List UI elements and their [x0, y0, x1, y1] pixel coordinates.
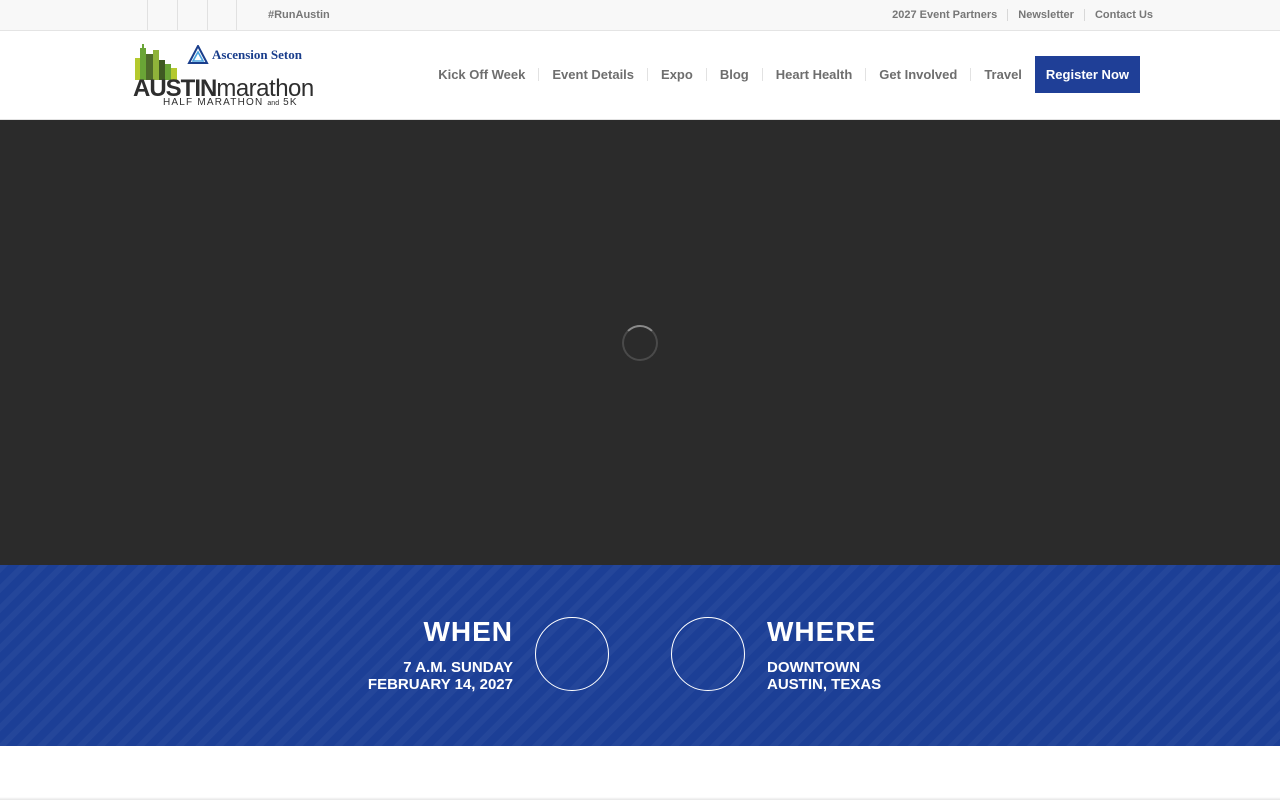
event-partners-link[interactable]: 2027 Event Partners [882, 9, 1007, 21]
social-links [147, 0, 237, 30]
logo-tagline-and: and [267, 100, 280, 107]
ascension-icon [187, 45, 209, 64]
loading-spinner-icon [622, 325, 658, 361]
nav-kick-off-week[interactable]: Kick Off Week [425, 68, 538, 81]
nav-travel[interactable]: Travel [970, 68, 1035, 81]
social-icon[interactable] [207, 0, 237, 30]
where-area: DOWNTOWN [767, 659, 861, 676]
sponsor-logo: Ascension Seton [187, 44, 302, 66]
when-block: WHEN 7 A.M. SUNDAY FEBRUARY 14, 2027 [368, 616, 513, 693]
nav-blog[interactable]: Blog [705, 68, 762, 81]
when-time: 7 A.M. SUNDAY [403, 659, 513, 676]
hashtag-text: #RunAustin [268, 9, 330, 21]
social-icon[interactable] [177, 0, 207, 30]
site-logo[interactable]: Ascension Seton AUSTINmarathon HALF MARA… [133, 44, 315, 108]
social-icon[interactable] [147, 0, 177, 30]
where-title: WHERE [767, 616, 877, 647]
when-date: FEBRUARY 14, 2027 [367, 676, 513, 693]
hero-slider [0, 120, 1280, 565]
nav-get-involved[interactable]: Get Involved [865, 68, 970, 81]
register-now-button[interactable]: Register Now [1034, 56, 1140, 93]
when-title: WHEN [423, 616, 513, 647]
sponsor-name: Ascension Seton [212, 47, 302, 62]
main-nav: Kick Off Week Event Details Expo Blog He… [425, 56, 1140, 93]
site-header: Ascension Seton AUSTINmarathon HALF MARA… [0, 31, 1280, 120]
nav-expo[interactable]: Expo [647, 68, 706, 81]
contact-us-link[interactable]: Contact Us [1083, 9, 1153, 21]
utility-links: 2027 Event Partners Newsletter Contact U… [882, 9, 1153, 21]
nav-event-details[interactable]: Event Details [538, 68, 647, 81]
location-icon [671, 617, 745, 691]
content-area [0, 746, 1280, 800]
newsletter-link[interactable]: Newsletter [1007, 9, 1084, 21]
where-block: WHERE DOWNTOWN AUSTIN, TEXAS [767, 616, 881, 693]
logo-tagline: HALF MARATHON and 5K [163, 98, 298, 109]
nav-heart-health[interactable]: Heart Health [761, 68, 866, 81]
event-info-band: WHEN 7 A.M. SUNDAY FEBRUARY 14, 2027 WHE… [0, 565, 1280, 746]
calendar-icon [535, 617, 609, 691]
where-city: AUSTIN, TEXAS [767, 676, 882, 693]
logo-tagline-end: 5K [283, 97, 298, 108]
top-utility-bar: #RunAustin 2027 Event Partners Newslette… [0, 0, 1280, 31]
logo-tagline-main: HALF MARATHON [163, 97, 264, 108]
